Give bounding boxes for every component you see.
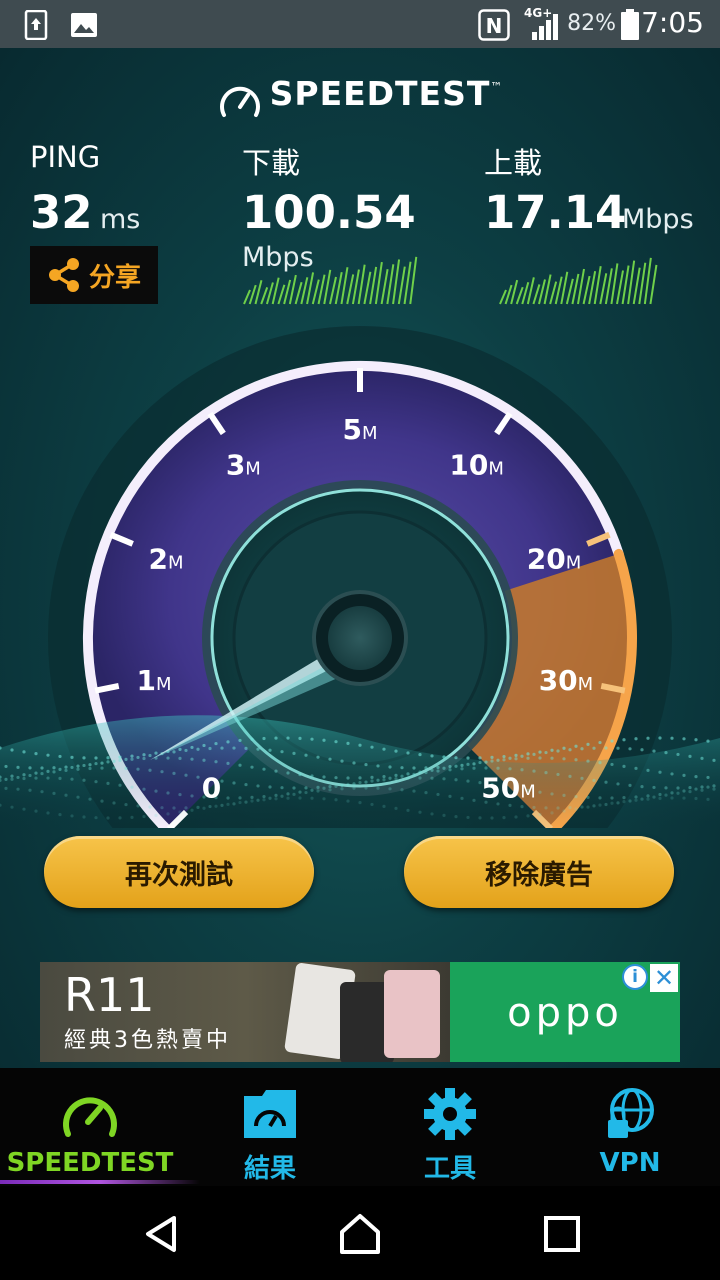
results-folder-icon (244, 1090, 296, 1138)
home-icon[interactable] (338, 1212, 382, 1256)
tab-label: 結果 (243, 1154, 296, 1184)
ad-image-area[interactable]: R11 經典3色熱賣中 (40, 962, 450, 1062)
ad-subtitle: 經典3色熱賣中 (64, 1028, 231, 1053)
tab-label: 工具 (423, 1154, 476, 1184)
tab-results[interactable]: 結果 (180, 1068, 360, 1186)
ad-close-icon[interactable]: ✕ (650, 964, 678, 992)
bottom-tab-bar: SPEEDTEST 結果 工具 VPN (0, 1068, 720, 1186)
system-nav-bar (0, 1186, 720, 1280)
retest-button[interactable]: 再次測試 (44, 836, 314, 908)
ad-title: R11 (64, 968, 155, 1022)
image-icon (71, 13, 97, 37)
tab-label: VPN (599, 1148, 661, 1178)
ad-info-icon[interactable]: i (622, 964, 648, 990)
speed-gauge: 01M2M3M5M10M20M30M50M (0, 326, 720, 828)
ad-banner[interactable]: R11 經典3色熱賣中 oppo i ✕ (40, 962, 680, 1062)
gear-icon (424, 1088, 476, 1140)
tab-label: SPEEDTEST (6, 1148, 174, 1178)
tab-speedtest[interactable]: SPEEDTEST (0, 1068, 180, 1186)
nfc-icon: N (478, 9, 510, 41)
ad-phone-image (384, 970, 440, 1058)
back-icon[interactable] (140, 1212, 184, 1256)
vpn-globe-lock-icon (608, 1088, 654, 1138)
screenshot-icon (24, 10, 48, 40)
battery-icon (621, 9, 639, 40)
svg-text:N: N (486, 14, 503, 38)
ad-brand: oppo (507, 990, 623, 1036)
recents-icon[interactable] (540, 1212, 584, 1256)
gauge-tick-label: 0 (202, 771, 221, 804)
remove-ads-button[interactable]: 移除廣告 (404, 836, 674, 908)
signal-icon (532, 14, 558, 40)
tab-tools[interactable]: 工具 (360, 1068, 540, 1186)
active-tab-indicator (0, 1180, 200, 1184)
status-bar: N 4G+ 82% 7:05 (0, 0, 720, 48)
clock: 7:05 (641, 6, 704, 39)
speedtest-screen: SPEEDTEST™ PING 32 ms 分享 下載 100.54 Mbps … (0, 48, 720, 1068)
tab-vpn[interactable]: VPN (540, 1068, 720, 1186)
speedometer-icon (63, 1097, 117, 1137)
battery-percent: 82% (567, 11, 616, 36)
